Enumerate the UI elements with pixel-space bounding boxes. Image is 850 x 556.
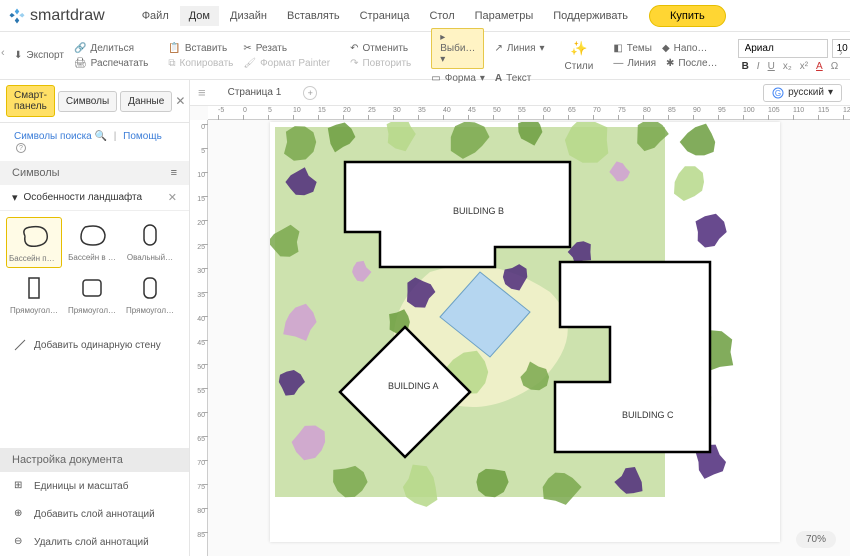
- add-wall-button[interactable]: Добавить одинарную стену: [0, 331, 189, 359]
- subscript-button[interactable]: x₂: [783, 61, 792, 72]
- canvas[interactable]: -505101520253035404550556065707580859095…: [190, 106, 850, 556]
- superscript-button[interactable]: x²: [800, 61, 808, 72]
- add-page-button[interactable]: +: [303, 86, 317, 100]
- close-icon[interactable]: ✕: [175, 94, 185, 108]
- shape-rounded[interactable]: Прямоугол…: [64, 270, 120, 319]
- format-painter-button[interactable]: 🖌 Формат Painter: [243, 58, 330, 69]
- export-button[interactable]: ⬇ Экспорт: [14, 50, 64, 61]
- close-palette-icon[interactable]: ✕: [168, 191, 177, 204]
- menu-файл[interactable]: Файл: [133, 6, 178, 26]
- logo-icon: [8, 7, 26, 25]
- logo-text: smartdraw: [30, 7, 105, 25]
- ribbon: ‹ ⬇ Экспорт 🔗 Делиться 🖨 Распечатать 📋 В…: [0, 32, 850, 80]
- shapes-grid: Бассейн пр…Бассейн в …Овальный…Прямоугол…: [0, 211, 189, 325]
- canvas-area: ≡ Страница 1 + G русский ▾ -505101520253…: [190, 80, 850, 556]
- shape-blob[interactable]: Бассейн пр…: [6, 217, 62, 268]
- ribbon-scroll-right-icon[interactable]: ›: [839, 47, 849, 59]
- bold-button[interactable]: B: [742, 61, 749, 72]
- hano-button[interactable]: ◆ Напо…: [662, 43, 707, 54]
- search-symbols-link[interactable]: Символы поиска 🔍: [14, 131, 107, 142]
- sidebar: Смарт-панельСимволыДанные✕ Символы поиск…: [0, 80, 190, 556]
- menu-дом[interactable]: Дом: [180, 6, 219, 26]
- select-tool-button[interactable]: ▸ Выби… ▾: [431, 28, 484, 69]
- drawing-page[interactable]: BUILDING B BUILDING A BUILDING C: [270, 122, 780, 542]
- building-c-label: BUILDING C: [622, 410, 674, 420]
- sidebar-tab-2[interactable]: Данные: [120, 91, 172, 112]
- doc-tabs: ≡ Страница 1 + G русский ▾: [190, 80, 850, 106]
- building-a-label: BUILDING A: [388, 381, 439, 391]
- menu-поддерживать[interactable]: Поддерживать: [544, 6, 637, 26]
- line-style-button[interactable]: — Линия: [613, 58, 656, 69]
- themes-button[interactable]: ◧ Темы: [613, 43, 652, 54]
- underline-button[interactable]: U: [768, 61, 775, 72]
- symbol-button[interactable]: Ω: [831, 61, 838, 72]
- ruler-horizontal: -505101520253035404550556065707580859095…: [208, 106, 850, 120]
- collapse-icon[interactable]: ▾: [12, 191, 18, 204]
- menu-icon[interactable]: ≡: [171, 167, 177, 179]
- sidebar-tab-1[interactable]: Символы: [58, 91, 117, 112]
- google-icon: G: [772, 87, 784, 99]
- help-link[interactable]: Помощь: [123, 131, 162, 142]
- posle-button[interactable]: ✱ После…: [666, 58, 718, 69]
- menu-страница[interactable]: Страница: [351, 6, 419, 26]
- svg-text:G: G: [775, 89, 781, 98]
- shape-bean[interactable]: Бассейн в …: [64, 217, 120, 268]
- styles-button[interactable]: Стили: [565, 61, 594, 72]
- ribbon-scroll-left-icon[interactable]: ‹: [1, 47, 11, 59]
- workspace: Смарт-панельСимволыДанные✕ Символы поиск…: [0, 80, 850, 556]
- help-icon[interactable]: ?: [16, 143, 26, 153]
- palette-header: ▾ Особенности ландшафта ✕: [0, 185, 189, 211]
- menu-вставлять[interactable]: Вставлять: [278, 6, 349, 26]
- logo: smartdraw: [8, 7, 105, 25]
- shape-rect[interactable]: Прямоугол…: [6, 270, 62, 319]
- wall-icon: [14, 339, 26, 351]
- doc-action-0[interactable]: ⊞Единицы и масштаб: [0, 472, 189, 500]
- shape-pill[interactable]: Овальный…: [122, 217, 178, 268]
- building-b-label: BUILDING B: [453, 206, 504, 216]
- share-button[interactable]: 🔗 Делиться: [74, 43, 148, 54]
- doc-action-1[interactable]: ⊕Добавить слой аннотаций: [0, 500, 189, 528]
- document-settings: Настройка документа ⊞Единицы и масштаб⊕Д…: [0, 448, 189, 556]
- symbols-header: Символы ≡: [0, 161, 189, 185]
- menu-стол[interactable]: Стол: [420, 6, 463, 26]
- menu-параметры[interactable]: Параметры: [466, 6, 543, 26]
- zoom-indicator[interactable]: 70%: [796, 531, 836, 548]
- menubar: ФайлДомДизайнВставлятьСтраницаСтолПараме…: [133, 6, 637, 26]
- doc-action-2[interactable]: ⊖Удалить слой аннотаций: [0, 528, 189, 556]
- header: smartdraw ФайлДомДизайнВставлятьСтраница…: [0, 0, 850, 32]
- undo-button[interactable]: ↶ Отменить: [350, 43, 411, 54]
- palette-title: Особенности ландшафта: [24, 192, 143, 203]
- buy-button[interactable]: Купить: [649, 5, 726, 27]
- shape-slot[interactable]: Прямоугол…: [122, 270, 178, 319]
- print-button[interactable]: 🖨 Распечатать: [74, 58, 148, 69]
- font-name-input[interactable]: [738, 39, 828, 58]
- font-color-button[interactable]: A: [816, 61, 823, 72]
- paste-button[interactable]: 📋 Вставить: [168, 43, 233, 54]
- language-selector[interactable]: G русский ▾: [763, 84, 842, 102]
- sidebar-tab-0[interactable]: Смарт-панель: [6, 85, 55, 117]
- copy-button[interactable]: ⧉ Копировать: [168, 58, 233, 69]
- sidebar-tabs: Смарт-панельСимволыДанные✕: [0, 80, 189, 123]
- hamburger-icon[interactable]: ≡: [198, 85, 206, 100]
- cut-button[interactable]: ✂ Резать: [243, 43, 330, 54]
- italic-button[interactable]: I: [757, 61, 760, 72]
- page-tab[interactable]: Страница 1: [216, 83, 294, 102]
- redo-button[interactable]: ↷ Повторить: [350, 58, 411, 69]
- menu-дизайн[interactable]: Дизайн: [221, 6, 276, 26]
- ruler-vertical: 0510152025303540455055606570758085: [190, 120, 208, 556]
- doc-settings-header: Настройка документа: [0, 448, 189, 472]
- line-tool-button[interactable]: ↗ Линия ▾: [494, 43, 544, 54]
